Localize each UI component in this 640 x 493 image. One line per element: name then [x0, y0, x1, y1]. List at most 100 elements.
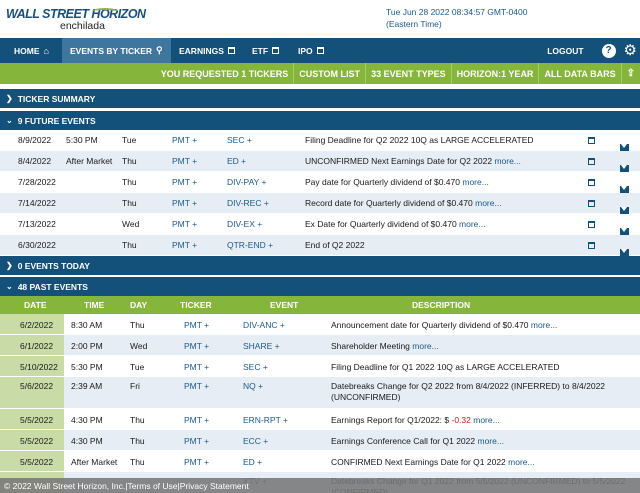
- more-link[interactable]: more...: [462, 177, 488, 187]
- event-type-link[interactable]: NQ +: [243, 381, 263, 391]
- nav-etf[interactable]: ETF: [244, 38, 290, 63]
- timezone: (Eastern Time): [386, 19, 442, 29]
- ticker-link[interactable]: PMT +: [172, 219, 197, 229]
- calendar-icon[interactable]: [588, 179, 595, 186]
- more-link[interactable]: more...: [531, 320, 557, 330]
- col-event[interactable]: EVENT: [270, 300, 298, 310]
- nav-etf-label: ETF: [252, 45, 269, 56]
- email-icon[interactable]: [620, 248, 629, 256]
- event-type-link[interactable]: DIV-PAY +: [227, 177, 266, 187]
- ticker-link[interactable]: PMT +: [172, 135, 197, 145]
- calendar-icon[interactable]: [588, 158, 595, 165]
- eps-value: -0.32: [451, 415, 471, 425]
- event-type-link[interactable]: ED +: [243, 457, 262, 467]
- table-row: 7/28/2022 Thu PMT + DIV-PAY + Pay date for Q…: [0, 172, 640, 193]
- ticker-link[interactable]: PMT +: [184, 436, 209, 446]
- description-text: Filing Deadline for Q2 2022 10Q as LARGE…: [305, 135, 534, 145]
- more-link[interactable]: more...: [473, 415, 499, 425]
- logout-link[interactable]: LOGOUT: [547, 38, 593, 63]
- more-link[interactable]: more...: [459, 219, 485, 229]
- chevron-down-icon: ⌄: [6, 282, 13, 291]
- chevron-right-icon: ❯: [6, 261, 13, 270]
- col-time[interactable]: TIME: [84, 300, 104, 310]
- event-type-link[interactable]: DIV-REC +: [227, 198, 269, 208]
- ticker-link[interactable]: PMT +: [184, 320, 209, 330]
- more-link[interactable]: more...: [475, 198, 501, 208]
- nav-ipo[interactable]: IPO: [290, 38, 332, 63]
- email-icon[interactable]: [620, 185, 629, 193]
- more-link[interactable]: more...: [478, 436, 504, 446]
- gear-icon[interactable]: ⚙: [624, 43, 637, 58]
- email-icon[interactable]: [620, 227, 629, 235]
- email-icon[interactable]: [620, 164, 629, 172]
- event-type-link[interactable]: QTR-END +: [227, 240, 273, 250]
- event-type-link[interactable]: ED +: [227, 156, 246, 166]
- event-day: Thu: [130, 415, 145, 425]
- events-today-header[interactable]: ❯ 0 EVENTS TODAY: [0, 256, 640, 275]
- export-icon[interactable]: ⇪: [620, 63, 640, 84]
- event-day: Thu: [122, 198, 137, 208]
- col-date[interactable]: DATE: [24, 300, 47, 310]
- description-text: CONFIRMED Next Earnings Date for Q1 2022: [331, 457, 506, 467]
- past-events-header[interactable]: ⌄ 48 PAST EVENTS: [0, 277, 640, 296]
- privacy-link[interactable]: Privacy Statement: [180, 481, 249, 491]
- event-type-link[interactable]: SHARE +: [243, 341, 280, 351]
- ticker-link[interactable]: PMT +: [172, 198, 197, 208]
- event-description: UNCONFIRMED Next Earnings Date for Q2 20…: [305, 156, 521, 166]
- calendar-icon[interactable]: [588, 200, 595, 207]
- email-icon[interactable]: [620, 206, 629, 214]
- ticker-link[interactable]: PMT +: [184, 341, 209, 351]
- future-events-header[interactable]: ⌄ 9 FUTURE EVENTS: [0, 111, 640, 130]
- more-link[interactable]: more...: [508, 457, 534, 467]
- ticker-link[interactable]: PMT +: [172, 156, 197, 166]
- ticker-link[interactable]: PMT +: [184, 381, 209, 391]
- col-description[interactable]: DESCRIPTION: [412, 300, 470, 310]
- event-type-link[interactable]: SEC +: [243, 362, 268, 372]
- event-day: Thu: [122, 156, 137, 166]
- email-icon[interactable]: [620, 143, 629, 151]
- event-type-link[interactable]: SEC +: [227, 135, 252, 145]
- col-day[interactable]: DAY: [130, 300, 147, 310]
- event-day: Thu: [130, 320, 145, 330]
- help-icon[interactable]: ?: [601, 43, 616, 58]
- nav-events-by-ticker[interactable]: EVENTS BY TICKER ⚲: [62, 38, 171, 63]
- col-ticker[interactable]: TICKER: [180, 300, 212, 310]
- calendar-icon[interactable]: [588, 221, 595, 228]
- event-time: 2:00 PM: [71, 341, 103, 351]
- event-date: 5/10/2022: [20, 362, 58, 372]
- table-row: 5/6/2022 2:39 AM Fri PMT + NQ + Datebreaks Ch…: [0, 377, 640, 409]
- more-link[interactable]: more...: [494, 156, 520, 166]
- all-data-bars-button[interactable]: ALL DATA BARS: [538, 63, 620, 84]
- description-text: UNCONFIRMED Next Earnings Date for Q2 20…: [305, 156, 493, 166]
- event-time: 5:30 PM: [71, 362, 103, 372]
- calendar-icon[interactable]: [588, 242, 595, 249]
- table-row: 7/14/2022 Thu PMT + DIV-REC + Record date fo…: [0, 193, 640, 214]
- custom-list-button[interactable]: CUSTOM LIST: [293, 63, 365, 84]
- nav-home[interactable]: HOME ⌂: [0, 38, 62, 63]
- event-type-link[interactable]: ERN-RPT +: [243, 415, 288, 425]
- ticker-link[interactable]: PMT +: [172, 177, 197, 187]
- calendar-icon[interactable]: [588, 137, 595, 144]
- more-link[interactable]: more...: [412, 341, 438, 351]
- event-type-link[interactable]: DIV-EX +: [227, 219, 262, 229]
- terms-link[interactable]: Terms of Use: [127, 481, 177, 491]
- section-title: 9 FUTURE EVENTS: [17, 115, 96, 126]
- future-events-list: 8/9/2022 5:30 PM Tue PMT + SEC + Filing Deadl…: [0, 130, 640, 256]
- ticker-summary-header[interactable]: ❯ TICKER SUMMARY: [0, 89, 640, 108]
- event-type-link[interactable]: DIV-ANC +: [243, 320, 285, 330]
- event-day: Wed: [130, 341, 148, 351]
- horizon-button[interactable]: HORIZON:1 YEAR: [450, 63, 539, 84]
- table-row: 6/30/2022 Thu PMT + QTR-END + End of Q2 2022: [0, 235, 640, 256]
- ticker-link[interactable]: PMT +: [184, 457, 209, 467]
- table-row: 5/10/2022 5:30 PM Tue PMT + SEC + Filing Dead…: [0, 356, 640, 377]
- ticker-link[interactable]: PMT +: [172, 240, 197, 250]
- event-type-link[interactable]: ECC +: [243, 436, 268, 446]
- event-day: Thu: [130, 436, 145, 446]
- event-day: Thu: [122, 177, 137, 187]
- ticker-link[interactable]: PMT +: [184, 362, 209, 372]
- description-text: Announcement date for Quarterly dividend…: [331, 320, 529, 330]
- requested-tickers[interactable]: YOU REQUESTED 1 TICKERS: [156, 63, 294, 84]
- nav-earnings[interactable]: EARNINGS: [171, 38, 244, 63]
- event-types-button[interactable]: 33 EVENT TYPES: [365, 63, 451, 84]
- ticker-link[interactable]: PMT +: [184, 415, 209, 425]
